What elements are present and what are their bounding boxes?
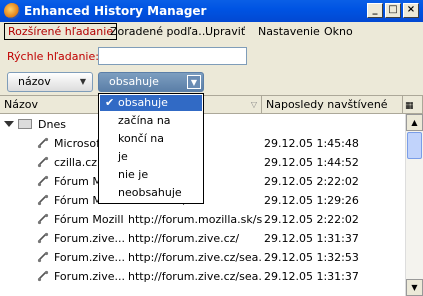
field-dropdown[interactable]: názov ▼ — [7, 72, 93, 92]
menu-settings[interactable]: Nastavenie — [256, 25, 322, 38]
bookmark-link-icon — [37, 194, 49, 206]
bookmark-link-icon — [37, 213, 49, 225]
folder-label: Dnes — [38, 118, 66, 131]
quick-search-label: Rýchle hľadanie: — [7, 50, 99, 63]
maximize-button[interactable]: □ — [385, 3, 401, 18]
scroll-thumb[interactable] — [407, 132, 422, 159]
row-url: http://forum.zive.cz/ — [128, 232, 240, 245]
operator-option-label: obsahuje — [118, 96, 168, 109]
row-url: http://forum.zive.cz/sea... — [128, 251, 262, 264]
scroll-down-button[interactable]: ▼ — [406, 279, 423, 296]
bookmark-link-icon — [37, 270, 49, 282]
row-date: 29.12.05 1:31:37 — [264, 232, 359, 245]
column-picker-button[interactable]: ▦ — [403, 96, 423, 114]
operator-dropdown-value: obsahuje — [109, 75, 159, 88]
operator-option[interactable]: je — [100, 149, 202, 165]
firefox-icon — [4, 3, 20, 19]
menu-bar: Rozšírené hľadanie Zoradené podľa… Uprav… — [0, 22, 423, 42]
row-date: 29.12.05 1:45:48 — [264, 137, 359, 150]
menu-edit[interactable]: Upraviť — [203, 25, 247, 38]
row-name: Fórum Mozill... — [54, 213, 124, 226]
close-button[interactable]: × — [403, 3, 419, 18]
title-bar: Enhanced History Manager _ □ × — [0, 0, 423, 22]
history-row[interactable]: Forum.zive.... http://forum.zive.cz/sea..… — [0, 248, 403, 267]
column-header-last-visited[interactable]: Naposledy navštívené — [262, 96, 403, 114]
row-name: Forum.zive.... — [54, 270, 124, 283]
column-header-last-visited-label: Naposledy navštívené — [266, 98, 388, 111]
folder-icon — [18, 119, 32, 129]
operator-option[interactable]: končí na — [100, 131, 202, 147]
quick-search-input[interactable] — [98, 47, 247, 65]
row-date: 29.12.05 2:22:02 — [264, 213, 359, 226]
row-name: Forum.zive.... — [54, 251, 124, 264]
sort-indicator-icon: ▽ — [250, 100, 257, 109]
menu-window[interactable]: Okno — [322, 25, 355, 38]
history-row[interactable]: Fórum Mozill... http://forum.mozilla.sk/s… — [0, 210, 403, 229]
operator-option[interactable]: nie je — [100, 167, 202, 183]
window-title: Enhanced History Manager — [24, 4, 207, 18]
operator-option-label: je — [118, 150, 128, 163]
menu-advanced-search[interactable]: Rozšírené hľadanie — [4, 23, 118, 40]
bookmark-link-icon — [37, 175, 49, 187]
row-name: Forum.zive.... — [54, 232, 124, 245]
bookmark-link-icon — [37, 232, 49, 244]
operator-option-label: neobsahuje — [118, 186, 182, 199]
vertical-scrollbar[interactable]: ▲ ▼ — [405, 114, 423, 296]
operator-dropdown[interactable]: obsahuje ▼ — [98, 72, 204, 92]
operator-option[interactable]: začína na — [100, 113, 202, 129]
row-url: http://forum.mozilla.sk/s... — [128, 213, 262, 226]
operator-option-label: nie je — [118, 168, 149, 181]
history-row[interactable]: Forum.zive.... http://forum.zive.cz/29.12… — [0, 229, 403, 248]
bookmark-link-icon — [37, 156, 49, 168]
row-date: 29.12.05 1:31:37 — [264, 270, 359, 283]
minimize-button[interactable]: _ — [367, 3, 383, 18]
chevron-down-icon: ▼ — [79, 77, 87, 86]
scroll-up-button[interactable]: ▲ — [406, 114, 423, 131]
history-tree: Názov ▽ Naposledy navštívené ▦ Dnes Micr… — [0, 95, 423, 296]
field-dropdown-value: názov — [18, 75, 51, 88]
row-date: 29.12.05 1:44:52 — [264, 156, 359, 169]
row-date: 29.12.05 2:22:02 — [264, 175, 359, 188]
operator-option-label: končí na — [118, 132, 164, 145]
operator-option[interactable]: neobsahuje — [100, 185, 202, 201]
row-url: http://forum.zive.cz/sea... — [128, 270, 262, 283]
operator-option-label: začína na — [118, 114, 171, 127]
bookmark-link-icon — [37, 251, 49, 263]
expand-toggle-icon[interactable] — [4, 121, 14, 127]
chevron-down-icon: ▼ — [187, 75, 201, 89]
column-picker-icon: ▦ — [405, 101, 414, 111]
row-date: 29.12.05 1:29:26 — [264, 194, 359, 207]
bookmark-link-icon — [37, 137, 49, 149]
checkmark-icon: ✔ — [105, 96, 115, 109]
column-header-name-label: Názov — [4, 98, 38, 111]
history-row[interactable]: Forum.zive.... http://forum.zive.cz/sea..… — [0, 267, 403, 286]
operator-option[interactable]: ✔ obsahuje — [100, 95, 202, 111]
operator-options-popup: ✔ obsahuje začína na končí na je nie je neobsa… — [98, 93, 204, 204]
row-date: 29.12.05 1:32:53 — [264, 251, 359, 264]
menu-sorted-by[interactable]: Zoradené podľa… — [108, 25, 211, 38]
